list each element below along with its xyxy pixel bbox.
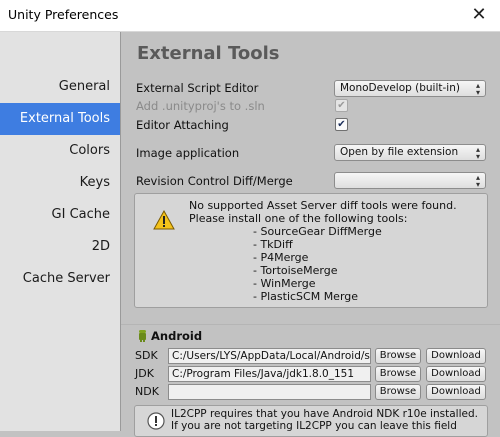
add-unityproj-checkbox[interactable]: ✔ <box>335 99 348 112</box>
list-item: - P4Merge <box>253 251 309 264</box>
jdk-path-field[interactable]: C:/Program Files/Java/jdk1.8.0_151 <box>168 366 371 382</box>
warning-icon <box>153 210 175 230</box>
sidebar-item-colors[interactable]: Colors <box>0 135 120 167</box>
dropdown-arrow-icon: ▴ ▾ <box>475 81 480 97</box>
sidebar: General External Tools Colors Keys GI Ca… <box>0 32 121 431</box>
script-editor-label: External Script Editor <box>136 81 259 95</box>
diff-tools-warning-box: No supported Asset Server diff tools wer… <box>134 193 488 308</box>
editor-attaching-label: Editor Attaching <box>136 118 229 132</box>
image-app-label: Image application <box>136 146 240 160</box>
editor-attaching-checkbox[interactable]: ✔ <box>335 118 348 131</box>
diff-tools-list: - SourceGear DiffMerge - TkDiff - P4Merg… <box>253 225 382 303</box>
list-item: - TortoiseMerge <box>253 264 338 277</box>
window-title: Unity Preferences <box>8 7 119 22</box>
android-icon <box>139 330 146 342</box>
dropdown-arrow-icon: ▴ ▾ <box>475 145 480 161</box>
sdk-browse-button[interactable]: Browse <box>375 348 421 364</box>
script-editor-value: MonoDevelop (built-in) <box>340 82 460 94</box>
section-divider <box>121 324 500 325</box>
il2cpp-info-box: IL2CPP requires that you have Android ND… <box>134 405 488 437</box>
android-heading: Android <box>151 329 203 343</box>
warning-line-2: Please install one of the following tool… <box>189 212 408 225</box>
sidebar-item-2d[interactable]: 2D <box>0 231 120 263</box>
close-icon[interactable]: ✕ <box>468 4 490 26</box>
il2cpp-line-1: IL2CPP requires that you have Android ND… <box>171 408 478 420</box>
title-bar: Unity Preferences ✕ <box>0 0 500 32</box>
list-item: - SourceGear DiffMerge <box>253 225 382 238</box>
sidebar-item-cache-server[interactable]: Cache Server <box>0 263 120 295</box>
jdk-label: JDK <box>135 367 154 380</box>
sdk-path-field[interactable]: C:/Users/LYS/AppData/Local/Android/sdk <box>168 348 371 364</box>
main-content: External Tools External Script Editor Mo… <box>121 32 500 437</box>
dropdown-arrow-icon: ▴ ▾ <box>475 173 480 189</box>
list-item: - WinMerge <box>253 277 316 290</box>
revision-tool-label: Revision Control Diff/Merge <box>136 174 293 188</box>
revision-tool-dropdown[interactable]: ▴ ▾ <box>334 172 486 189</box>
jdk-browse-button[interactable]: Browse <box>375 366 421 382</box>
il2cpp-line-2: If you are not targeting IL2CPP you can … <box>171 420 457 432</box>
info-icon <box>147 412 165 430</box>
script-editor-dropdown[interactable]: MonoDevelop (built-in) ▴ ▾ <box>334 80 486 97</box>
sidebar-item-external-tools[interactable]: External Tools <box>0 103 120 135</box>
ndk-label: NDK <box>135 385 159 398</box>
ndk-download-button[interactable]: Download <box>426 384 486 400</box>
ndk-browse-button[interactable]: Browse <box>375 384 421 400</box>
ndk-path-field[interactable] <box>168 384 371 400</box>
sdk-label: SDK <box>135 349 158 362</box>
image-app-dropdown[interactable]: Open by file extension ▴ ▾ <box>334 144 486 161</box>
sidebar-item-keys[interactable]: Keys <box>0 167 120 199</box>
jdk-download-button[interactable]: Download <box>426 366 486 382</box>
image-app-value: Open by file extension <box>340 146 459 158</box>
sdk-download-button[interactable]: Download <box>426 348 486 364</box>
add-unityproj-label: Add .unityproj's to .sln <box>136 99 265 113</box>
page-title: External Tools <box>137 43 280 64</box>
sidebar-item-general[interactable]: General <box>0 71 120 103</box>
list-item: - TkDiff <box>253 238 293 251</box>
warning-line-1: No supported Asset Server diff tools wer… <box>189 199 457 212</box>
warning-message: No supported Asset Server diff tools wer… <box>189 199 457 225</box>
il2cpp-message: IL2CPP requires that you have Android ND… <box>171 408 478 432</box>
sidebar-item-gi-cache[interactable]: GI Cache <box>0 199 120 231</box>
list-item: - PlasticSCM Merge <box>253 290 359 303</box>
